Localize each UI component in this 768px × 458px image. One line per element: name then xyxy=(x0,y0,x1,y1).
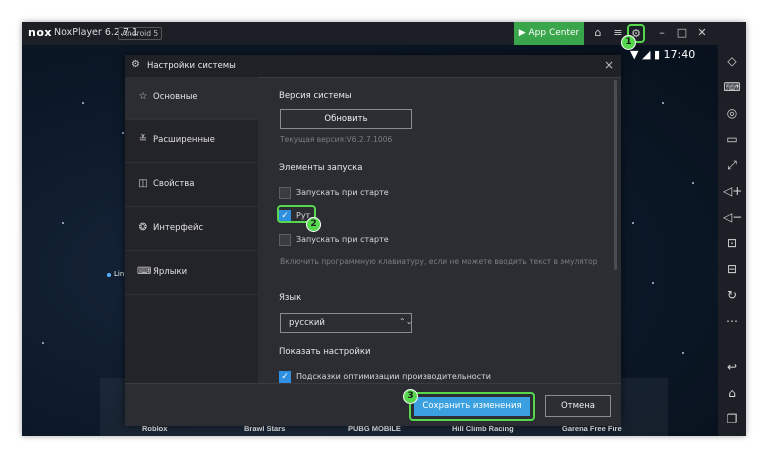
nav-label: Ярлыки xyxy=(153,267,188,277)
rotate-icon[interactable]: ◇ xyxy=(723,52,741,70)
star-icon: ☆ xyxy=(138,91,148,102)
volume-up-icon[interactable]: ◁+ xyxy=(723,182,742,200)
system-settings-dialog: ⚙ Настройки системы × ☆ Основные ≚ Расши… xyxy=(125,55,621,426)
status-bar: ▼ ◢ ▮ 17:40 xyxy=(630,48,695,61)
startup-checkbox-label: Запускать при старте xyxy=(296,188,389,197)
optimization-tips-checkbox[interactable]: ✓ xyxy=(279,371,291,383)
shirt-icon[interactable]: ⌂ xyxy=(590,25,606,41)
recorder-icon[interactable]: ⊟ xyxy=(723,260,741,278)
screenshot-icon[interactable]: ⊡ xyxy=(723,234,741,252)
signal-icon: ◢ xyxy=(641,48,651,61)
keyboard-checkbox[interactable] xyxy=(279,234,291,246)
startup-heading: Элементы запуска xyxy=(279,163,363,173)
nav-label: Основные xyxy=(153,92,198,102)
cancel-button[interactable]: Отмена xyxy=(545,395,611,417)
show-settings-heading: Показать настройки xyxy=(279,347,371,357)
location-icon[interactable]: ◎ xyxy=(723,104,741,122)
nox-logo: nox xyxy=(28,26,52,39)
status-time: 17:40 xyxy=(663,48,696,61)
sliders-icon: ≚ xyxy=(138,134,148,145)
keyboard-mapping-icon[interactable]: ⌨ xyxy=(723,78,741,96)
step-marker-3: 3 xyxy=(403,389,418,404)
keyboard-checkbox-label: Запускать при старте xyxy=(296,235,389,244)
shortcut-dot xyxy=(107,273,111,277)
language-heading: Язык xyxy=(279,293,302,303)
refresh-icon[interactable]: ↻ xyxy=(723,286,741,304)
title-bar: nox NoxPlayer 6.2.7.1 Android 5 ▶ App Ce… xyxy=(22,22,746,45)
settings-nav: ☆ Основные ≚ Расширенные ◫ Свойства ❂ Ин… xyxy=(125,77,258,425)
chevron-updown-icon: ⌃⌄ xyxy=(399,317,413,326)
android-version-badge: Android 5 xyxy=(118,27,163,40)
settings-icon: ⚙ xyxy=(131,59,140,70)
nav-label: Интерфейс xyxy=(153,223,204,233)
system-version-heading: Версия системы xyxy=(279,91,352,101)
more-icon[interactable]: ⋯ xyxy=(723,312,741,330)
keyboard-hint: Включить программную клавиатуру, если не… xyxy=(280,257,598,266)
recent-apps-icon[interactable]: ❐ xyxy=(723,410,741,428)
save-button[interactable]: Сохранить изменения xyxy=(414,397,530,416)
nav-item-shortcuts[interactable]: ⌨ Ярлыки xyxy=(125,252,258,295)
nav-label: Расширенные xyxy=(153,135,215,145)
app-center-button[interactable]: ▶ App Center xyxy=(514,22,584,45)
panel-icon: ◫ xyxy=(138,178,148,189)
dialog-header: ⚙ Настройки системы × xyxy=(125,55,621,78)
nav-item-advanced[interactable]: ≚ Расширенные xyxy=(125,120,258,163)
content-scrollbar[interactable] xyxy=(614,80,617,270)
update-button[interactable]: Обновить xyxy=(280,109,412,129)
home-icon[interactable]: ⌂ xyxy=(723,384,741,402)
play-icon: ▶ xyxy=(518,28,529,38)
startup-checkbox[interactable] xyxy=(279,187,291,199)
interface-icon: ❂ xyxy=(138,222,148,233)
fullscreen-icon[interactable]: ⤢ xyxy=(723,156,741,174)
nav-item-interface[interactable]: ❂ Интерфейс xyxy=(125,208,258,251)
optimization-tips-label: Подсказки оптимизации производительности xyxy=(296,372,491,381)
emulator-toolbar: ◇ ⌨ ◎ ▭ ⤢ ◁+ ◁− ⊡ ⊟ ↻ ⋯ ↩ ⌂ ❐ xyxy=(718,22,746,436)
current-version-text: Текущая версия:V6.2.7.1006 xyxy=(280,135,393,144)
language-select[interactable]: русский ⌃⌄ xyxy=(280,313,412,333)
settings-content: Версия системы Обновить Текущая версия:V… xyxy=(258,77,621,425)
keyboard-icon: ⌨ xyxy=(137,266,152,277)
nav-item-basic[interactable]: ☆ Основные xyxy=(125,77,258,120)
battery-icon: ▮ xyxy=(653,48,660,61)
nav-label: Свойства xyxy=(153,179,195,189)
step-marker-1: 1 xyxy=(621,35,636,50)
close-icon[interactable]: × xyxy=(604,58,614,72)
wifi-icon: ▼ xyxy=(630,48,639,61)
maximize-icon[interactable]: □ xyxy=(674,25,690,41)
screen-icon[interactable]: ▭ xyxy=(723,130,741,148)
close-icon[interactable]: ✕ xyxy=(694,25,710,41)
step-marker-2: 2 xyxy=(306,217,321,232)
home-shortcut-label[interactable]: Lin xyxy=(114,270,124,278)
volume-down-icon[interactable]: ◁− xyxy=(723,208,742,226)
back-icon[interactable]: ↩ xyxy=(723,358,741,376)
minimize-icon[interactable]: – xyxy=(654,25,670,41)
app-center-label: App Center xyxy=(528,28,580,38)
dialog-title: Настройки системы xyxy=(147,61,236,71)
nav-item-properties[interactable]: ◫ Свойства xyxy=(125,164,258,207)
language-value: русский xyxy=(289,318,325,328)
